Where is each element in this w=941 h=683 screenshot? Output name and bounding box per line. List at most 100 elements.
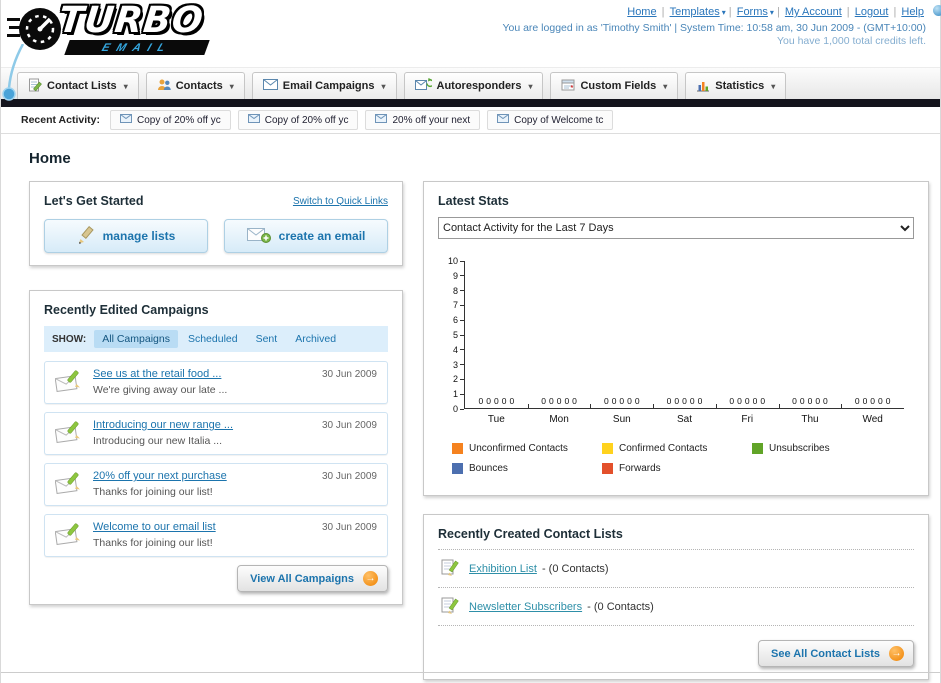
nav-tab-contact-lists[interactable]: Contact Lists ▾ (17, 72, 139, 99)
pencil-icon (77, 225, 95, 247)
legend-swatch (602, 463, 613, 474)
get-started-panel: Let's Get Started Switch to Quick Links … (29, 181, 403, 266)
svg-text:*: * (571, 85, 574, 92)
credits-remaining: You have 1,000 total credits left. (776, 35, 926, 47)
nav-tab-label: Custom Fields (580, 80, 657, 92)
chart-category-group: 0 0 0 0 0 Fri (715, 261, 779, 425)
legend-swatch (452, 463, 463, 474)
legend-label: Forwards (619, 463, 661, 474)
chevron-down-icon: ▾ (663, 81, 668, 91)
see-all-contact-lists-button[interactable]: See All Contact Lists → (757, 640, 914, 667)
campaign-subtitle: Thanks for joining our list! (93, 485, 213, 498)
campaign-date: 30 Jun 2009 (321, 522, 377, 533)
envelope-pencil-icon (54, 470, 83, 499)
turbo-email-logo[interactable]: TURBO EMAIL (7, 0, 257, 62)
manage-lists-button[interactable]: manage lists (44, 219, 208, 253)
recent-activity-bar: Recent Activity: Copy of 20% off yc Copy… (1, 107, 940, 134)
logo-word-turbo: TURBO (56, 0, 206, 41)
tab-archived[interactable]: Archived (287, 330, 344, 348)
recent-activity-item[interactable]: Copy of 20% off yc (109, 110, 231, 130)
top-header: TURBO EMAIL Home | Templates ▾ | Forms ▾ |… (1, 0, 941, 101)
nav-tab-custom-fields[interactable]: * Custom Fields ▾ (550, 72, 679, 99)
login-info: You are logged in as 'Timothy Smith' | S… (502, 22, 926, 34)
contact-activity-chart: 0 1 2 3 4 5 6 7 8 9 10 0 0 0 0 0 Tue 0 0 0 0 0 Mon 0 0 0 0 0 Sun 0 0 0… (438, 256, 914, 425)
nav-tab-label: Statistics (715, 80, 765, 92)
legend-swatch (752, 443, 763, 454)
legend-swatch (452, 443, 463, 454)
top-link-logout[interactable]: Logout (855, 6, 889, 18)
campaign-subtitle: Introducing our new Italia ... (93, 434, 222, 447)
campaigns-list: See us at the retail food ... We're givi… (44, 361, 388, 557)
legend-label: Unconfirmed Contacts (469, 443, 568, 454)
switch-quick-links-link[interactable]: Switch to Quick Links (293, 196, 388, 207)
campaign-subtitle: We're giving away our late ... (93, 383, 228, 396)
recent-activity-item-label: Copy of 20% off yc (264, 114, 349, 126)
envelope-icon (497, 114, 510, 126)
recent-activity-item[interactable]: 20% off your next (365, 110, 481, 130)
nav-tab-contacts[interactable]: Contacts ▾ (145, 72, 245, 99)
nav-tab-autoresponders[interactable]: Autoresponders ▾ (403, 72, 544, 99)
autoresponder-icon (414, 78, 434, 94)
campaign-row[interactable]: 20% off your next purchase Thanks for jo… (44, 463, 388, 506)
recent-activity-item[interactable]: Copy of 20% off yc (237, 110, 359, 130)
campaign-title-link[interactable]: Welcome to our email list (93, 521, 216, 533)
campaign-date: 30 Jun 2009 (321, 369, 377, 380)
recent-activity-item-label: Copy of 20% off yc (136, 114, 221, 126)
contact-list-row[interactable]: Newsletter Subscribers - (0 Contacts) (438, 588, 914, 626)
chevron-down-icon: ▾ (528, 81, 533, 91)
envelope-icon (262, 79, 278, 93)
chart-plot-area: 0 0 0 0 0 Tue 0 0 0 0 0 Mon 0 0 0 0 0 Sun 0 0 0 0 0 Sat 0 0 0 0 0 Fri… (464, 261, 904, 425)
show-label: SHOW: (52, 333, 87, 345)
chart-legend: Unconfirmed Contacts Confirmed Contacts … (452, 443, 914, 483)
chart-groups: 0 0 0 0 0 Tue 0 0 0 0 0 Mon 0 0 0 0 0 Sun 0 0 0 0 0 Sat 0 0 0 0 0 Fri… (465, 261, 904, 425)
stats-period-select[interactable]: Contact Activity for the Last 7 Days (438, 217, 914, 239)
arrow-right-icon: → (363, 571, 378, 586)
view-all-campaigns-button[interactable]: View All Campaigns → (237, 565, 388, 592)
campaign-subtitle: Thanks for joining our list! (93, 536, 213, 549)
chevron-down-icon: ▾ (229, 81, 234, 91)
cursor-cable-decoration (1, 43, 27, 107)
campaign-title-link[interactable]: See us at the retail food ... (93, 368, 221, 380)
recent-activity-item-label: Copy of Welcome tc (514, 114, 604, 126)
contacts-icon (157, 78, 171, 94)
top-link-my-account[interactable]: My Account (785, 6, 842, 18)
chart-y-axis: 0 1 2 3 4 5 6 7 8 9 10 (440, 256, 464, 414)
chart-category-group: 0 0 0 0 0 Sun (590, 261, 653, 425)
main-nav: Contact Lists ▾ Contacts ▾ Email Campaig… (1, 67, 940, 99)
contact-list-row[interactable]: Exhibition List - (0 Contacts) (438, 550, 914, 588)
campaign-row[interactable]: Introducing our new range ... Introducin… (44, 412, 388, 455)
page-title: Home (29, 150, 71, 167)
nav-tab-email-campaigns[interactable]: Email Campaigns ▾ (251, 72, 397, 99)
legend-label: Bounces (469, 463, 508, 474)
top-link-home[interactable]: Home (627, 6, 656, 18)
tab-all-campaigns[interactable]: All Campaigns (94, 330, 178, 348)
campaign-row[interactable]: Welcome to our email list Thanks for joi… (44, 514, 388, 557)
recent-activity-item[interactable]: Copy of Welcome tc (487, 110, 614, 130)
campaign-date: 30 Jun 2009 (321, 471, 377, 482)
campaigns-filter-tabs: SHOW: All Campaigns Scheduled Sent Archi… (44, 326, 388, 352)
create-email-button[interactable]: create an email (224, 219, 388, 253)
tab-sent[interactable]: Sent (248, 330, 286, 348)
page-pencil-icon (440, 557, 460, 580)
envelope-pencil-icon (54, 521, 83, 550)
create-email-label: create an email (278, 229, 366, 243)
campaign-title-link[interactable]: 20% off your next purchase (93, 470, 227, 482)
nav-tab-statistics[interactable]: Statistics ▾ (685, 72, 787, 99)
logo-word-email: EMAIL (100, 41, 174, 54)
nav-tab-label: Contacts (175, 80, 223, 92)
chevron-down-icon: ▾ (769, 8, 774, 17)
campaign-row[interactable]: See us at the retail food ... We're givi… (44, 361, 388, 404)
get-started-title: Let's Get Started (44, 194, 144, 208)
chart-category-group: 0 0 0 0 0 Tue (478, 396, 515, 425)
campaign-title-link[interactable]: Introducing our new range ... (93, 419, 233, 431)
contact-list-name-link[interactable]: Newsletter Subscribers (469, 601, 582, 613)
top-link-forms[interactable]: Forms (737, 6, 768, 18)
chevron-down-icon: ▾ (381, 81, 386, 91)
main-content: Home Let's Get Started Switch to Quick L… (1, 134, 940, 680)
legend-item: Forwards (602, 463, 752, 474)
top-link-help[interactable]: Help (901, 6, 924, 18)
tab-scheduled[interactable]: Scheduled (180, 330, 246, 348)
top-link-templates[interactable]: Templates (670, 6, 720, 18)
contact-list-name-link[interactable]: Exhibition List (469, 563, 537, 575)
contact-lists-title: Recently Created Contact Lists (438, 527, 914, 550)
